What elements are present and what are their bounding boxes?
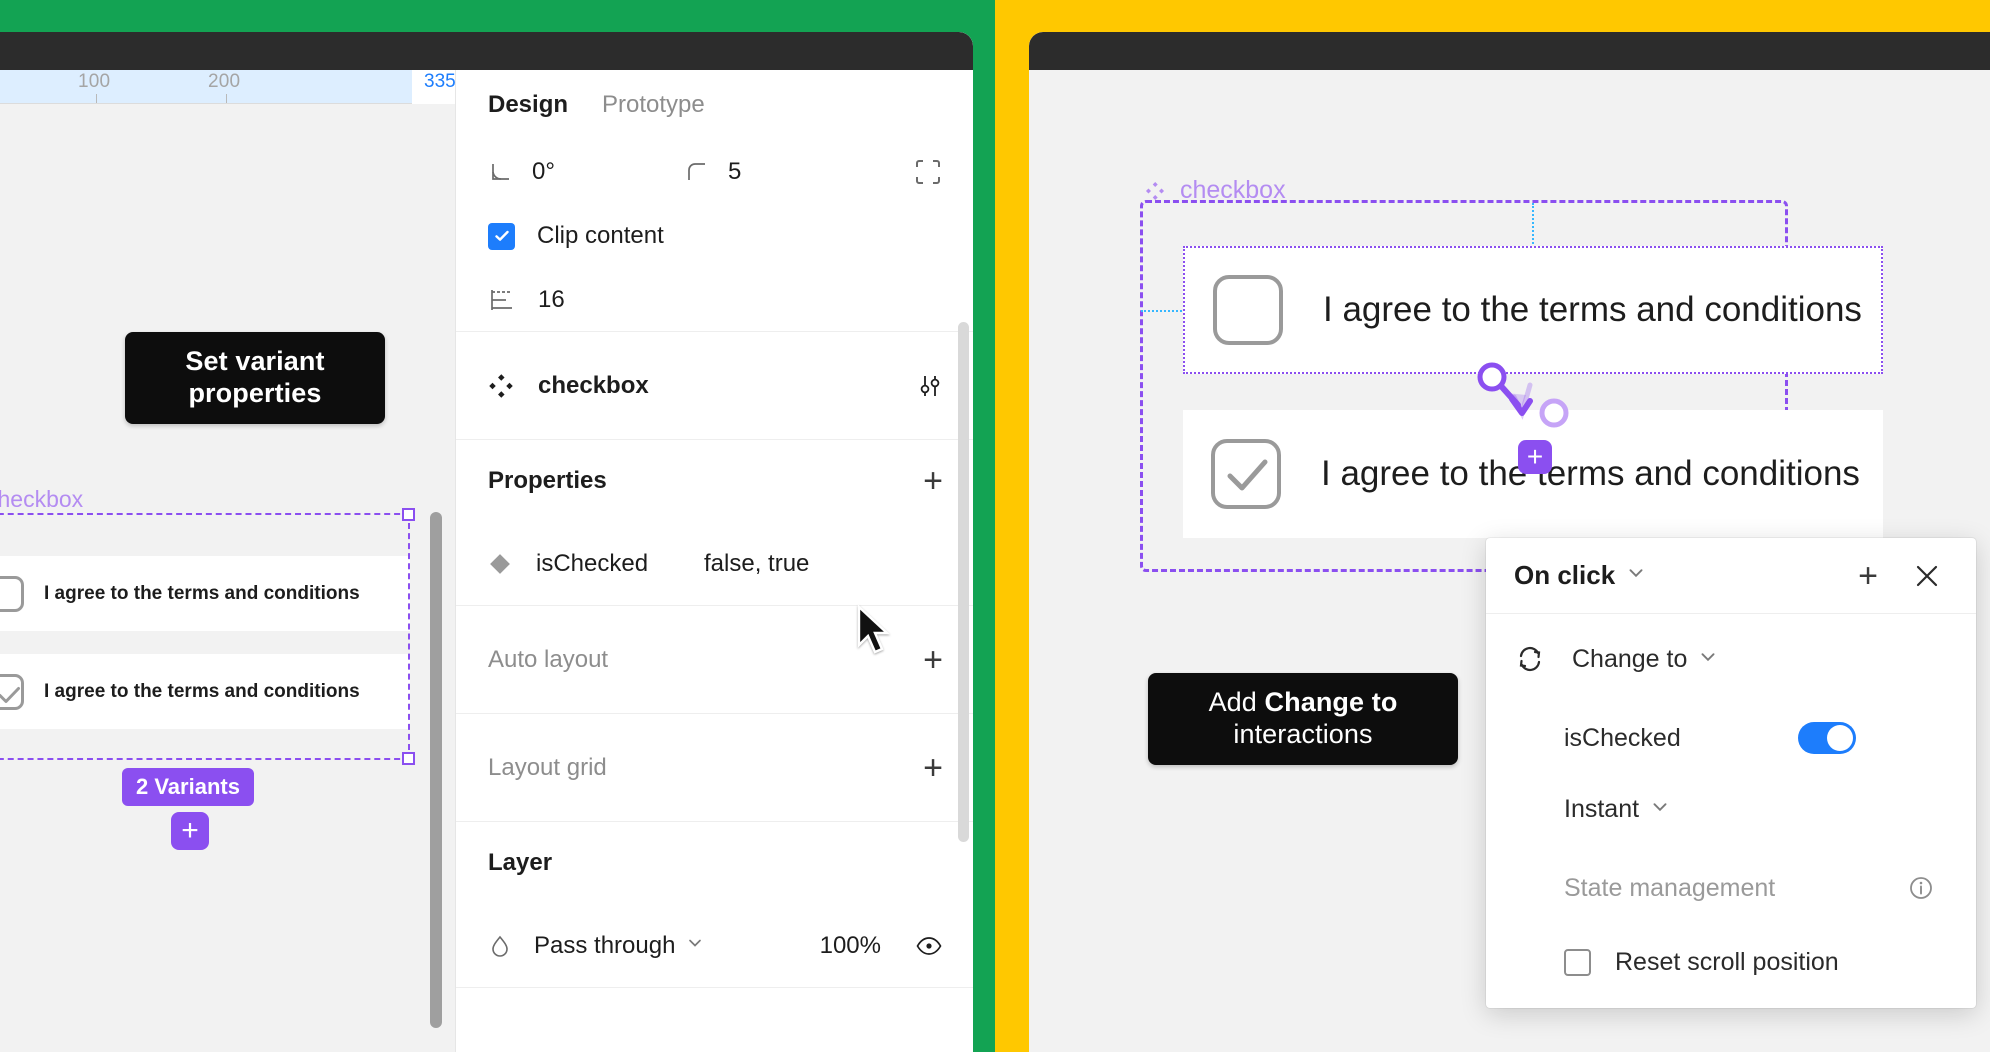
- component-name: checkbox: [538, 371, 649, 399]
- resize-handle-top-right[interactable]: [402, 508, 415, 521]
- layout-grid-title: Layout grid: [488, 753, 607, 781]
- property-name: isChecked: [536, 549, 649, 577]
- component-set-icon: [488, 373, 514, 399]
- component-set-selection-box[interactable]: [0, 508, 415, 765]
- animation-row[interactable]: Instant: [1486, 772, 1976, 846]
- tooltip-bold: Change to: [1264, 687, 1398, 717]
- blend-mode-value[interactable]: Pass through: [534, 932, 675, 960]
- clip-content-row[interactable]: Clip content: [456, 204, 973, 268]
- state-management-label: State management: [1564, 873, 1776, 902]
- ischecked-toggle[interactable]: [1798, 722, 1856, 754]
- blend-mode-icon: [488, 934, 512, 958]
- clip-content-label: Clip content: [537, 222, 664, 249]
- property-row-ischecked[interactable]: isChecked false, true: [456, 522, 973, 606]
- spacing-row[interactable]: 16: [456, 268, 973, 332]
- corner-radius-icon: [684, 159, 710, 185]
- ruler-tick: [96, 94, 97, 103]
- sliders-icon[interactable]: [917, 373, 943, 399]
- screenshot-root: 100 200 335 Design Prototype 0° 5 Clip c…: [0, 0, 1990, 1052]
- action-row[interactable]: Change to: [1486, 614, 1976, 704]
- info-icon[interactable]: [1908, 875, 1934, 901]
- add-layout-grid-button[interactable]: +: [923, 751, 943, 785]
- chevron-down-icon[interactable]: [1650, 797, 1670, 822]
- ruler-selection-label: 335: [424, 71, 456, 92]
- auto-layout-title: Auto layout: [488, 645, 609, 673]
- rotation-field[interactable]: 0°: [488, 158, 684, 186]
- add-interaction-button[interactable]: +: [1858, 559, 1878, 593]
- check-icon: [494, 230, 509, 241]
- checkbox-checked-icon[interactable]: [1211, 439, 1281, 509]
- tooltip-set-variant-properties: Set variant properties: [125, 332, 385, 424]
- animation-label[interactable]: Instant: [1564, 795, 1639, 824]
- properties-section-header: Properties +: [456, 440, 973, 522]
- ruler-tick: [226, 94, 227, 103]
- corner-radius-field[interactable]: 5: [684, 158, 880, 186]
- ruler-tick-label: 200: [208, 71, 241, 92]
- tab-design[interactable]: Design: [488, 91, 568, 119]
- chevron-down-icon[interactable]: [686, 934, 704, 957]
- auto-layout-section: Auto layout +: [456, 606, 973, 714]
- variant-property-row[interactable]: isChecked: [1486, 704, 1976, 772]
- variant-label: I agree to the terms and conditions: [1323, 290, 1862, 329]
- add-interaction-button[interactable]: +: [1518, 440, 1552, 474]
- right-window-titlebar: [1029, 32, 1990, 70]
- layer-blend-row[interactable]: Pass through 100%: [456, 904, 973, 988]
- spacing-icon: [488, 286, 516, 314]
- variant-diamond-icon: [488, 552, 512, 576]
- panel-vertical-scrollbar[interactable]: [958, 322, 969, 842]
- connector-end-node: [1539, 398, 1569, 428]
- reset-scroll-label: Reset scroll position: [1615, 947, 1839, 976]
- opacity-value[interactable]: 100%: [820, 932, 881, 960]
- measure-guide-vertical: [1532, 203, 1534, 251]
- horizontal-ruler[interactable]: 100 200 335: [0, 70, 532, 104]
- reset-scroll-checkbox[interactable]: [1564, 948, 1591, 976]
- chevron-down-icon[interactable]: [1626, 563, 1646, 588]
- popover-header: On click +: [1486, 538, 1976, 614]
- layout-grid-section: Layout grid +: [456, 714, 973, 822]
- tooltip-add-change-to-interactions: Add Change to interactions: [1148, 673, 1458, 765]
- checkbox-unchecked-icon[interactable]: [1213, 275, 1283, 345]
- chevron-down-icon[interactable]: [1698, 647, 1718, 672]
- rotation-radius-row: 0° 5: [456, 140, 973, 204]
- angle-icon: [488, 159, 514, 185]
- layer-title: Layer: [488, 849, 553, 876]
- action-label[interactable]: Change to: [1572, 645, 1687, 674]
- variant-label: I agree to the terms and conditions: [1321, 454, 1860, 493]
- tooltip-prefix: Add: [1208, 687, 1265, 717]
- tab-prototype[interactable]: Prototype: [602, 91, 705, 119]
- panel-tabs: Design Prototype: [456, 70, 973, 140]
- property-values[interactable]: false, true: [704, 550, 809, 578]
- change-to-icon: [1514, 643, 1546, 675]
- layer-section-header: Layer: [456, 822, 973, 904]
- eye-icon[interactable]: [915, 932, 943, 960]
- canvas-vertical-scrollbar[interactable]: [430, 512, 442, 1028]
- tooltip-suffix: interactions: [1233, 718, 1373, 749]
- reset-scroll-row[interactable]: Reset scroll position: [1486, 930, 1976, 994]
- properties-title: Properties: [488, 467, 607, 494]
- component-set-name-label[interactable]: checkbox: [0, 486, 83, 513]
- interaction-details-popover: On click + Change to isChecked Instant S…: [1486, 538, 1976, 1008]
- left-window-titlebar: [0, 32, 973, 70]
- add-variant-button[interactable]: +: [171, 812, 209, 850]
- add-auto-layout-button[interactable]: +: [923, 643, 943, 677]
- clip-content-checkbox[interactable]: [488, 222, 515, 250]
- state-management-header: State management: [1486, 846, 1976, 930]
- close-icon[interactable]: [1912, 561, 1942, 591]
- mouse-cursor: [857, 605, 891, 654]
- resize-handle-bottom-right[interactable]: [402, 752, 415, 765]
- measure-guide-horizontal: [1141, 310, 1186, 312]
- variants-count-badge: 2 Variants: [122, 768, 254, 806]
- independent-corners-icon[interactable]: [913, 157, 943, 187]
- trigger-label[interactable]: On click: [1514, 560, 1615, 591]
- design-panel: Design Prototype 0° 5 Clip content 16 ch…: [455, 70, 973, 1052]
- spacing-value: 16: [538, 285, 565, 313]
- rotation-value: 0°: [532, 158, 555, 185]
- corner-radius-value: 5: [728, 158, 742, 185]
- add-property-button[interactable]: +: [923, 464, 943, 498]
- ruler-tick-label: 100: [78, 71, 111, 92]
- variant-property-name: isChecked: [1564, 723, 1681, 752]
- component-row[interactable]: checkbox: [456, 332, 973, 440]
